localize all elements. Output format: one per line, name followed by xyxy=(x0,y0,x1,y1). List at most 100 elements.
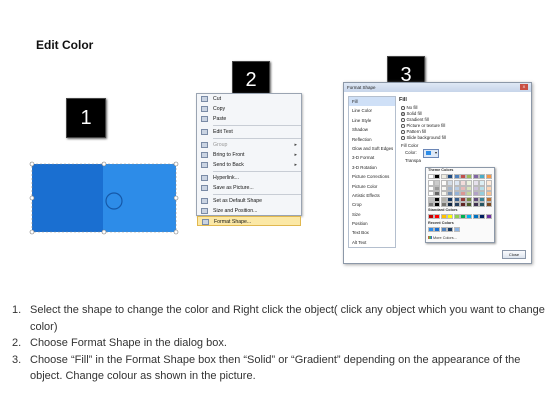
theme-color-swatch[interactable] xyxy=(472,196,479,202)
menu-item-size-position[interactable]: Size and Position... xyxy=(197,206,301,216)
theme-color-swatch[interactable] xyxy=(472,191,479,197)
menu-item-copy[interactable]: Copy xyxy=(197,104,301,114)
close-button[interactable]: Close xyxy=(502,250,526,259)
menu-item-bring-to-front[interactable]: Bring to Front ▸ xyxy=(197,150,301,160)
menu-item-paste[interactable]: Paste xyxy=(197,114,301,124)
standard-color-swatch[interactable] xyxy=(434,214,441,220)
theme-color-swatch[interactable] xyxy=(453,180,460,186)
color-picker-button[interactable]: ▾ xyxy=(423,149,439,158)
sidebar-item-line-style[interactable]: Line Style xyxy=(349,116,395,125)
menu-item-hyperlink[interactable]: Hyperlink... xyxy=(197,173,301,183)
sidebar-item-text-box[interactable]: Text Box xyxy=(349,228,395,237)
menu-item-format-shape[interactable]: Format Shape... xyxy=(197,216,301,226)
theme-color-swatch[interactable] xyxy=(447,180,454,186)
sidebar-item-fill[interactable]: Fill xyxy=(349,97,395,107)
menu-item-save-as-picture[interactable]: Save as Picture... xyxy=(197,183,301,193)
theme-color-swatch[interactable] xyxy=(428,180,434,186)
sidebar-item-line-color[interactable]: Line Color xyxy=(349,106,395,115)
theme-color-swatch[interactable] xyxy=(460,196,466,202)
recent-color-swatch[interactable] xyxy=(453,227,460,233)
theme-color-swatch[interactable] xyxy=(472,180,479,186)
theme-color-swatch[interactable] xyxy=(485,196,492,202)
menu-item-group[interactable]: Group ▸ xyxy=(197,140,301,150)
theme-color-swatch[interactable] xyxy=(485,180,492,186)
theme-color-swatch[interactable] xyxy=(434,202,441,208)
theme-color-swatch[interactable] xyxy=(460,191,466,197)
more-colors-link[interactable]: More Colors... xyxy=(428,235,457,241)
sidebar-item-size[interactable]: Size xyxy=(349,210,395,219)
theme-color-swatch[interactable] xyxy=(428,196,434,202)
theme-color-swatch[interactable] xyxy=(447,191,454,197)
theme-color-swatch[interactable] xyxy=(479,202,486,208)
theme-color-swatch[interactable] xyxy=(479,174,486,180)
theme-color-swatch[interactable] xyxy=(460,174,466,180)
theme-color-swatch[interactable] xyxy=(466,191,473,197)
theme-color-swatch[interactable] xyxy=(434,180,441,186)
theme-color-swatch[interactable] xyxy=(453,196,460,202)
standard-color-swatch[interactable] xyxy=(428,214,434,220)
standard-color-swatch[interactable] xyxy=(479,214,486,220)
theme-color-swatch[interactable] xyxy=(479,191,486,197)
theme-color-swatch[interactable] xyxy=(466,174,473,180)
theme-color-swatch[interactable] xyxy=(479,196,486,202)
standard-color-swatch[interactable] xyxy=(472,214,479,220)
theme-color-swatch[interactable] xyxy=(428,202,434,208)
theme-color-swatch[interactable] xyxy=(485,202,492,208)
sidebar-item-alt-text[interactable]: Alt Text xyxy=(349,238,395,247)
standard-color-swatch[interactable] xyxy=(460,214,466,220)
sidebar-item-reflection[interactable]: Reflection xyxy=(349,135,395,144)
theme-color-swatch[interactable] xyxy=(466,202,473,208)
sidebar-item-crop[interactable]: Crop xyxy=(349,200,395,209)
sidebar-item-shadow[interactable]: Shadow xyxy=(349,125,395,134)
sidebar-item-3d-rotation[interactable]: 3-D Rotation xyxy=(349,163,395,172)
sidebar-item-picture-color[interactable]: Picture Color xyxy=(349,182,395,191)
theme-color-swatch[interactable] xyxy=(434,174,441,180)
standard-color-swatch[interactable] xyxy=(440,214,447,220)
theme-color-swatch[interactable] xyxy=(447,196,454,202)
theme-color-swatch[interactable] xyxy=(434,191,441,197)
theme-color-swatch[interactable] xyxy=(460,202,466,208)
theme-color-swatch[interactable] xyxy=(428,191,434,197)
theme-color-swatch[interactable] xyxy=(466,180,473,186)
theme-color-swatch[interactable] xyxy=(440,196,447,202)
theme-color-swatch[interactable] xyxy=(447,202,454,208)
puzzle-shape[interactable] xyxy=(29,160,179,235)
recent-color-swatch[interactable] xyxy=(447,227,454,233)
menu-item-cut[interactable]: Cut xyxy=(197,94,301,104)
theme-color-swatch[interactable] xyxy=(440,174,447,180)
close-icon[interactable]: X xyxy=(520,84,528,90)
standard-color-swatch[interactable] xyxy=(485,214,492,220)
theme-color-swatch[interactable] xyxy=(485,174,492,180)
sidebar-item-glow[interactable]: Glow and Soft Edges xyxy=(349,144,395,153)
sidebar-item-artistic-effects[interactable]: Artistic Effects xyxy=(349,191,395,200)
theme-color-swatch[interactable] xyxy=(447,174,454,180)
standard-color-swatch[interactable] xyxy=(447,214,454,220)
radio-slide-background-fill[interactable]: Slide background fill xyxy=(399,135,527,141)
theme-color-swatch[interactable] xyxy=(428,174,434,180)
theme-color-swatch[interactable] xyxy=(485,191,492,197)
theme-color-swatch[interactable] xyxy=(479,180,486,186)
theme-color-swatch[interactable] xyxy=(440,191,447,197)
theme-color-swatch[interactable] xyxy=(460,180,466,186)
theme-color-swatch[interactable] xyxy=(434,196,441,202)
puzzle-left-piece[interactable] xyxy=(32,164,103,232)
theme-color-swatch[interactable] xyxy=(440,202,447,208)
theme-color-swatch[interactable] xyxy=(472,174,479,180)
menu-item-set-default-shape[interactable]: Set as Default Shape xyxy=(197,196,301,206)
recent-color-swatch[interactable] xyxy=(434,227,441,233)
sidebar-item-3d-format[interactable]: 3-D Format xyxy=(349,153,395,162)
menu-item-send-to-back[interactable]: Send to Back ▸ xyxy=(197,160,301,170)
theme-color-swatch[interactable] xyxy=(466,196,473,202)
theme-color-swatch[interactable] xyxy=(453,202,460,208)
standard-color-swatch[interactable] xyxy=(453,214,460,220)
theme-color-swatch[interactable] xyxy=(472,202,479,208)
theme-color-swatch[interactable] xyxy=(440,180,447,186)
sidebar-item-picture-corrections[interactable]: Picture Corrections xyxy=(349,172,395,181)
menu-item-edit-text[interactable]: Edit Text xyxy=(197,127,301,137)
recent-color-swatch[interactable] xyxy=(428,227,434,233)
standard-color-swatch[interactable] xyxy=(466,214,473,220)
sidebar-item-position[interactable]: Position xyxy=(349,219,395,228)
recent-color-swatch[interactable] xyxy=(440,227,447,233)
theme-color-swatch[interactable] xyxy=(453,174,460,180)
theme-color-swatch[interactable] xyxy=(453,191,460,197)
